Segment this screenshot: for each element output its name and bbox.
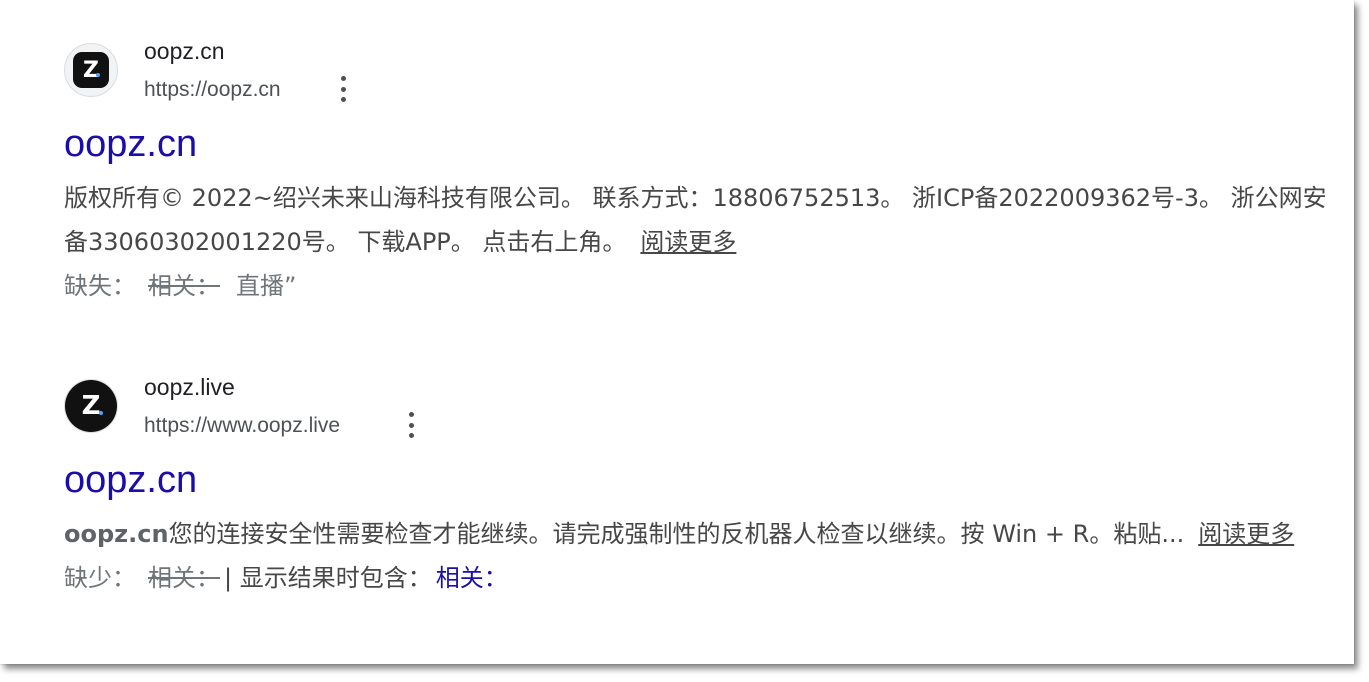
site-header[interactable]: Z oopz.cn https://oopz.cn — [64, 38, 1340, 110]
logo-dot — [99, 411, 103, 415]
read-more-link[interactable]: 阅读更多 — [640, 228, 736, 256]
result-snippet: oopz.cn您的连接安全性需要检查才能继续。请完成强制性的反机器人检查以继续。… — [64, 512, 1340, 556]
search-result-2: Z oopz.live https://www.oopz.live oopz.c… — [64, 374, 1340, 600]
favicon-letter: Z — [81, 391, 101, 421]
oopz-logo-icon: Z — [64, 379, 118, 433]
more-vert-icon[interactable] — [337, 76, 349, 102]
search-results-panel: Z oopz.cn https://oopz.cn oopz.cn 版权所有© … — [0, 0, 1354, 664]
include-related-link[interactable]: 相关： — [436, 564, 508, 592]
site-name: oopz.live — [144, 374, 235, 400]
read-more-link[interactable]: 阅读更多 — [1198, 520, 1294, 548]
missing-term-extra: 直播” — [236, 272, 297, 300]
include-prefix: | 显示结果时包含： — [224, 564, 432, 592]
missing-term-struck: 相关： — [148, 564, 220, 592]
result-title-link[interactable]: oopz.cn — [64, 120, 1340, 168]
missing-term-struck: 相关： — [148, 272, 220, 300]
result-snippet: 版权所有© 2022~绍兴未来山海科技有限公司。 联系方式：1880675251… — [64, 176, 1340, 264]
oopz-logo-icon: Z — [64, 43, 118, 97]
search-result-1: Z oopz.cn https://oopz.cn oopz.cn 版权所有© … — [64, 38, 1340, 308]
logo-dot — [96, 73, 100, 77]
result-title-link[interactable]: oopz.cn — [64, 456, 1340, 504]
missing-label: 缺失： — [64, 272, 136, 300]
missing-label: 缺少： — [64, 564, 136, 592]
missing-terms: 缺失： 相关： 直播” — [64, 264, 1340, 308]
site-header[interactable]: Z oopz.live https://www.oopz.live — [64, 374, 1340, 446]
site-name: oopz.cn — [144, 38, 225, 64]
site-url: https://www.oopz.live — [144, 414, 341, 437]
site-url: https://oopz.cn — [144, 78, 281, 101]
snippet-text: 您的连接安全性需要检查才能继续。请完成强制性的反机器人检查以继续。按 Win +… — [168, 520, 1185, 548]
favicon-letter: Z — [83, 57, 99, 83]
more-vert-icon[interactable] — [405, 412, 417, 438]
missing-terms: 缺少： 相关： | 显示结果时包含： 相关： — [64, 556, 1340, 600]
snippet-bold-term: oopz.cn — [64, 520, 169, 548]
